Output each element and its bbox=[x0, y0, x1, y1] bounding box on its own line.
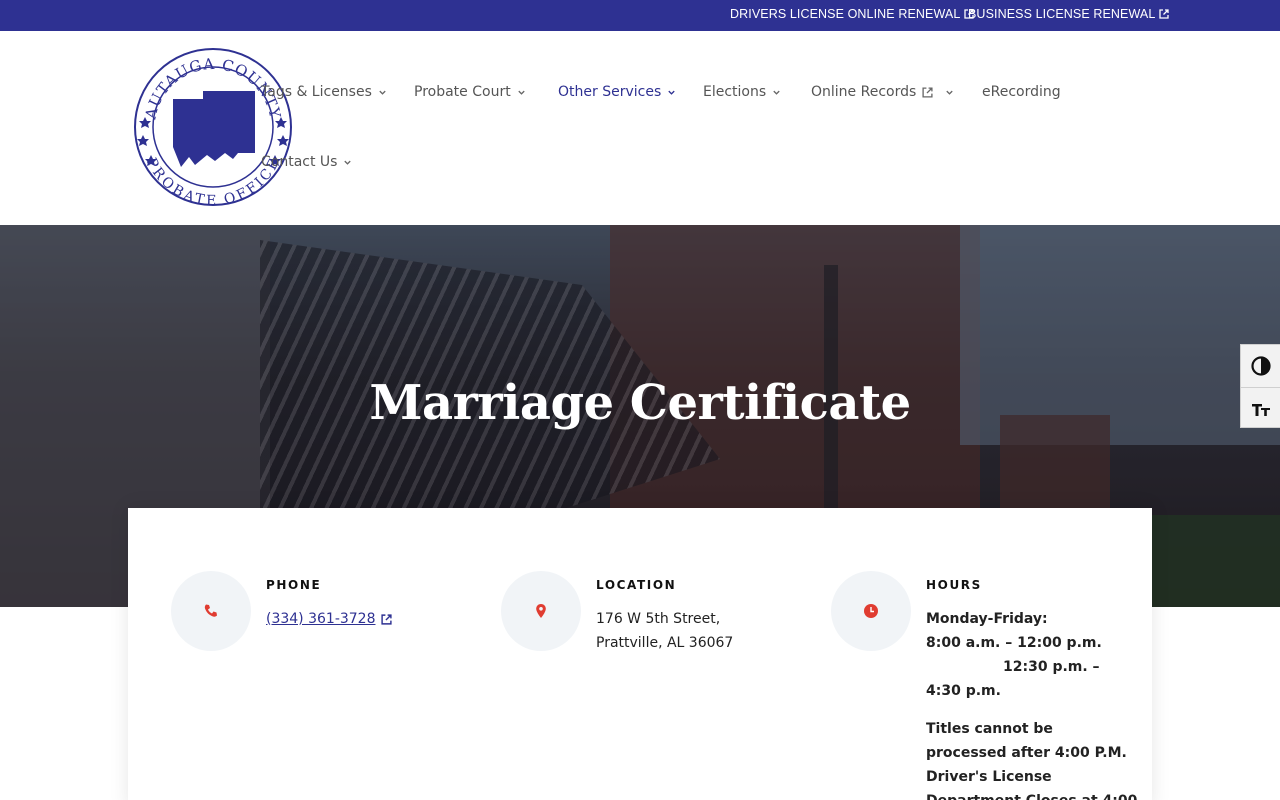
phone-link[interactable]: (334) 361-3728 bbox=[266, 607, 392, 631]
chevron-down-icon bbox=[379, 90, 386, 95]
hours-note-line: Department Closes at 4:00 bbox=[926, 789, 1137, 800]
toggle-contrast-button[interactable] bbox=[1241, 345, 1280, 387]
external-link-icon bbox=[922, 86, 933, 98]
chevron-down-icon bbox=[668, 90, 675, 95]
contact-info-card: PHONE (334) 361-3728 LOCATION 176 W 5th … bbox=[128, 508, 1152, 800]
map-pin-icon bbox=[536, 604, 546, 618]
address-line-1: 176 W 5th Street, bbox=[596, 611, 721, 627]
accessibility-toolbar bbox=[1240, 344, 1280, 428]
phone-label: PHONE bbox=[266, 578, 322, 592]
contrast-icon bbox=[1251, 356, 1271, 376]
nav-contact-us[interactable]: Contact Us bbox=[261, 154, 352, 170]
external-link-icon bbox=[380, 613, 392, 625]
hours-days: Monday-Friday: bbox=[926, 611, 1048, 627]
chevron-down-icon bbox=[773, 90, 780, 95]
phone-icon bbox=[204, 604, 217, 617]
address-line-2: Prattville, AL 36067 bbox=[596, 635, 734, 651]
hours-label: HOURS bbox=[926, 578, 982, 592]
nav-other-services[interactable]: Other Services bbox=[558, 84, 676, 100]
probate-office-logo[interactable]: AUTAUGA COUNTY PROBATE OFFICE bbox=[133, 47, 293, 207]
nav-online-records[interactable]: Online Records bbox=[811, 84, 954, 100]
location-label: LOCATION bbox=[596, 578, 677, 592]
chevron-down-icon bbox=[518, 90, 525, 95]
hours-icon-circle bbox=[831, 571, 911, 651]
nav-probate-court[interactable]: Probate Court bbox=[414, 84, 526, 100]
hours-note-line: Titles cannot be bbox=[926, 721, 1053, 737]
chevron-down-icon bbox=[344, 160, 352, 165]
nav-tags-licenses[interactable]: Tags & Licenses bbox=[261, 84, 387, 100]
drivers-license-renewal-link[interactable]: DRIVERS LICENSE ONLINE RENEWAL bbox=[730, 7, 975, 21]
hours-morning: 8:00 a.m. – 12:00 p.m. bbox=[926, 635, 1102, 651]
location-icon-circle bbox=[501, 571, 581, 651]
business-license-renewal-link[interactable]: BUSINESS LICENSE RENEWAL bbox=[968, 7, 1170, 21]
clock-icon bbox=[864, 604, 878, 618]
toggle-font-size-button[interactable] bbox=[1241, 387, 1280, 429]
hours-note-line: Driver's License bbox=[926, 769, 1052, 785]
font-size-icon bbox=[1252, 403, 1270, 416]
hours-afternoon-start: 12:30 p.m. – bbox=[1003, 659, 1100, 675]
nav-elections[interactable]: Elections bbox=[703, 84, 781, 100]
phone-icon-circle bbox=[171, 571, 251, 651]
page-title: Marriage Certificate bbox=[369, 375, 911, 431]
site-header: AUTAUGA COUNTY PROBATE OFFICE Tags & Lic… bbox=[0, 31, 1280, 225]
top-bar: DRIVERS LICENSE ONLINE RENEWAL BUSINESS … bbox=[0, 0, 1280, 31]
nav-erecording[interactable]: eRecording bbox=[982, 84, 1061, 100]
chevron-down-icon bbox=[946, 90, 953, 95]
hours-note-line: processed after 4:00 P.M. bbox=[926, 745, 1127, 761]
hours-afternoon-end: 4:30 p.m. bbox=[926, 683, 1001, 699]
external-link-icon bbox=[1159, 9, 1170, 19]
